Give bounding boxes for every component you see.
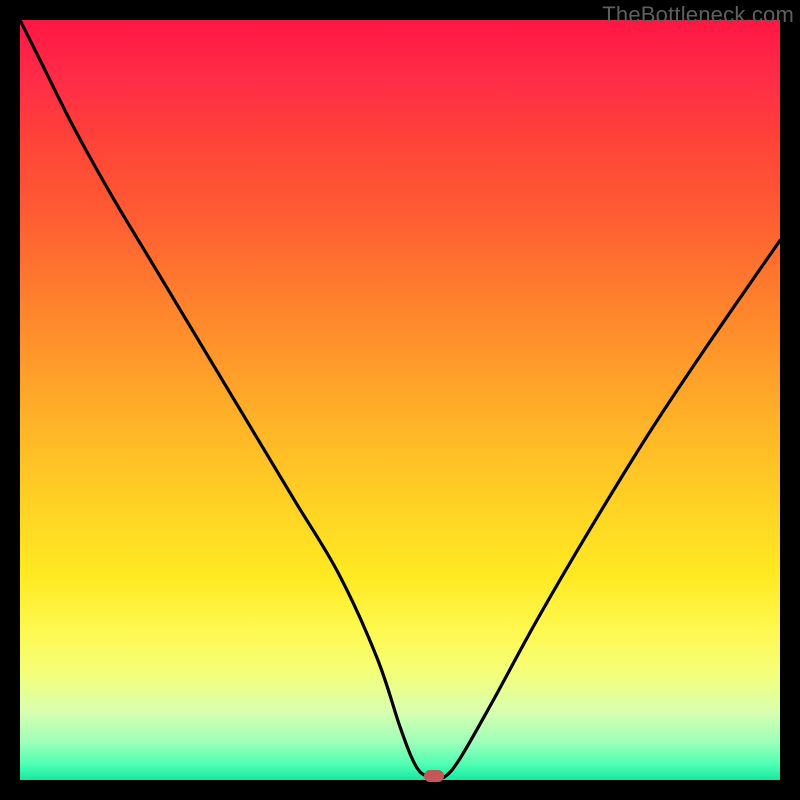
- curve-path: [20, 20, 780, 778]
- plot-background: [20, 20, 780, 780]
- vertex-marker: [424, 770, 444, 782]
- bottleneck-curve: [20, 20, 780, 780]
- chart-frame: TheBottleneck.com: [0, 0, 800, 800]
- watermark-label: TheBottleneck.com: [602, 2, 794, 28]
